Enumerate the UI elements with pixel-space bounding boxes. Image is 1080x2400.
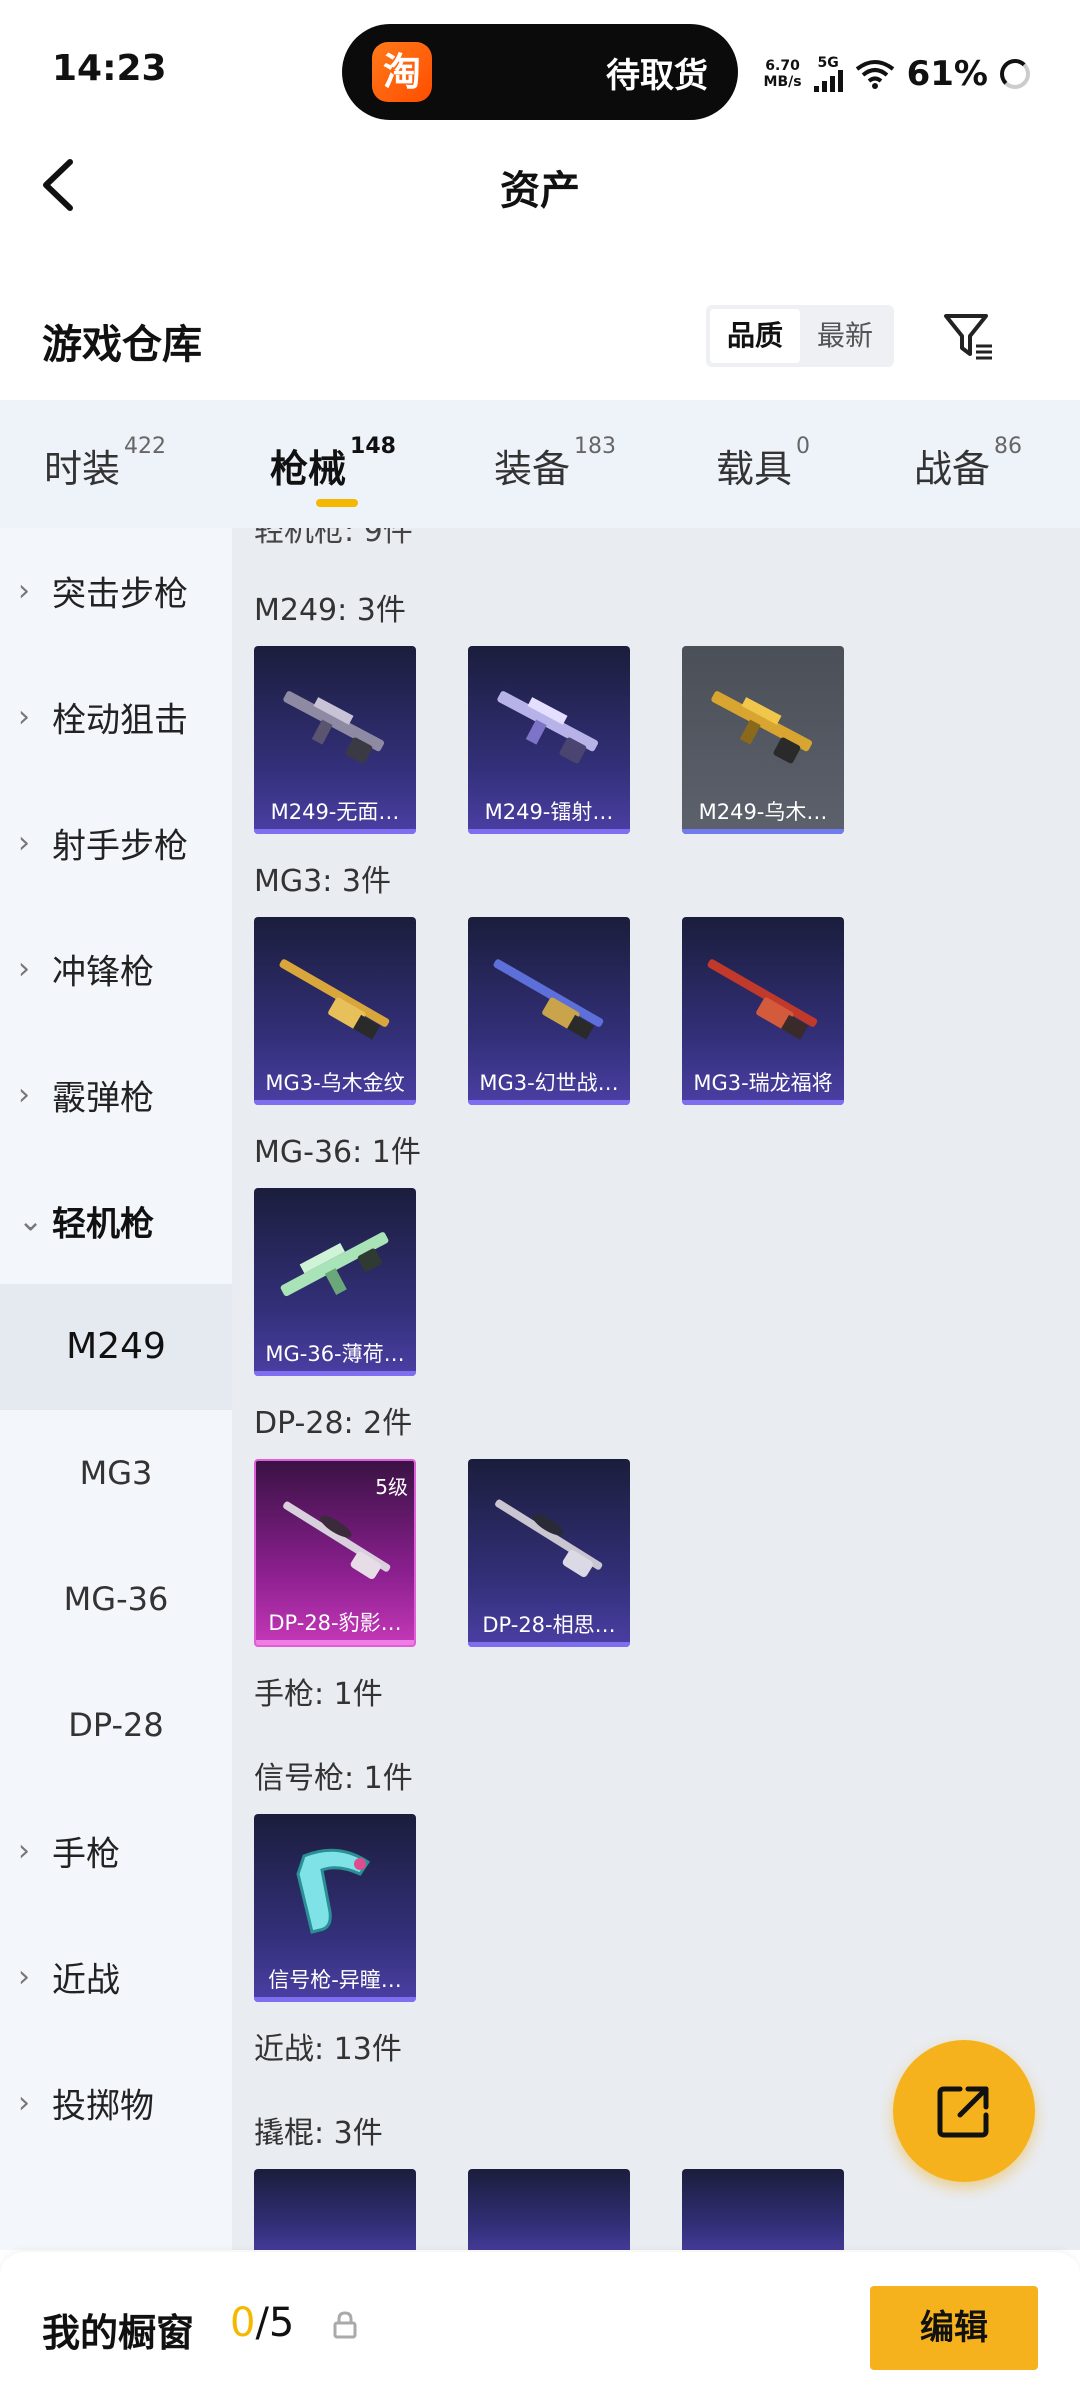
chevron-right-icon: › (18, 951, 30, 987)
filter-icon (944, 314, 992, 360)
lock-icon (333, 2311, 357, 2339)
island-status-text: 待取货 (606, 56, 708, 96)
category-sidebar: › 突击步枪 › 栓动狙击 › 射手步枪 › 冲锋枪 › 霰弹枪 ⌄ 轻机枪 M249 MG… (0, 528, 232, 2250)
group-label: 撬棍: 3件 (254, 2116, 383, 2151)
battery-icon (1000, 59, 1030, 89)
item-card[interactable] (682, 2169, 844, 2250)
group-label: M249: 3件 (254, 593, 406, 628)
sidebar-subitem-mg36[interactable]: MG-36 (0, 1536, 232, 1662)
sidebar-subitem-m249[interactable]: M249 (0, 1284, 232, 1410)
sidebar-item-shotgun[interactable]: › 霰弹枪 (0, 1032, 232, 1158)
sidebar-item-assault-rifle[interactable]: › 突击步枪 (0, 528, 232, 654)
chevron-right-icon: › (18, 1959, 30, 1995)
status-icons: 6.70 MB/s 5G 61% (764, 52, 1030, 96)
item-card[interactable]: 信号枪-异瞳… (254, 1814, 416, 2002)
taobao-app-icon: 淘 (372, 42, 432, 102)
sort-newest-button[interactable]: 最新 (800, 309, 890, 363)
tab-fashion[interactable]: 时装422 (44, 434, 166, 493)
sidebar-item-pistol[interactable]: › 手枪 (0, 1788, 232, 1914)
item-card[interactable]: DP-28-相思… (468, 1459, 630, 1647)
showcase-bar: 我的橱窗 0/5 编辑 (0, 2252, 1080, 2400)
group-label: 信号枪: 1件 (254, 1761, 413, 1796)
group-label-clipped: 轻机枪: 9件 (254, 528, 413, 549)
group-label: MG3: 3件 (254, 864, 391, 899)
filter-button[interactable] (940, 308, 996, 364)
sidebar-item-smg[interactable]: › 冲锋枪 (0, 906, 232, 1032)
item-card[interactable]: 5级 DP-28-豹影… (254, 1459, 416, 1647)
mg3-skin-image (279, 959, 390, 1040)
share-external-icon (937, 2086, 989, 2138)
chevron-right-icon: › (18, 573, 30, 609)
sidebar-item-melee[interactable]: › 近战 (0, 1914, 232, 2040)
dynamic-island[interactable]: 淘 待取货 (342, 24, 738, 120)
m249-skin-image (497, 691, 599, 764)
item-card[interactable] (254, 2169, 416, 2250)
sidebar-item-bolt-sniper[interactable]: › 栓动狙击 (0, 654, 232, 780)
m249-skin-image (711, 691, 813, 764)
m249-skin-image (283, 691, 385, 764)
sidebar-item-lmg[interactable]: ⌄ 轻机枪 (0, 1158, 232, 1284)
sidebar-subitem-mg3[interactable]: MG3 (0, 1410, 232, 1536)
dp28-skin-image (495, 1499, 603, 1577)
status-time: 14:23 (52, 48, 167, 89)
tab-supplies[interactable]: 战备86 (914, 434, 1022, 493)
item-card[interactable]: MG3-瑞龙福将 (682, 917, 844, 1105)
sidebar-subitem-dp28[interactable]: DP-28 (0, 1662, 232, 1788)
signal-icon: 5G (813, 56, 843, 92)
status-bar: 14:23 淘 待取货 6.70 MB/s 5G 61% (0, 0, 1080, 140)
active-tab-indicator (316, 499, 358, 507)
share-button[interactable] (893, 2040, 1035, 2182)
category-tabs: 时装422 枪械148 装备183 载具0 战备86 (0, 400, 1080, 528)
group-label: 近战: 13件 (254, 2032, 402, 2067)
chevron-right-icon: › (18, 1077, 30, 1113)
item-card[interactable]: MG3-幻世战… (468, 917, 630, 1105)
wifi-icon (855, 60, 894, 89)
mg36-skin-image (280, 1232, 389, 1297)
sidebar-item-marksman-rifle[interactable]: › 射手步枪 (0, 780, 232, 906)
item-card[interactable]: M249-乌木… (682, 646, 844, 834)
group-label: DP-28: 2件 (254, 1406, 413, 1441)
item-list[interactable]: 轻机枪: 9件 M249: 3件 M249-无面… M249-镭射… M249-… (232, 528, 1080, 2250)
chevron-right-icon: › (18, 699, 30, 735)
item-card[interactable]: M249-镭射… (468, 646, 630, 834)
chevron-down-icon: ⌄ (18, 1203, 44, 1239)
group-label: 手枪: 1件 (254, 1677, 383, 1712)
tab-firearms[interactable]: 枪械148 (270, 434, 396, 493)
sidebar-item-throwable[interactable]: › 投掷物 (0, 2040, 232, 2166)
tab-vehicles[interactable]: 载具0 (716, 434, 810, 493)
item-card[interactable]: MG3-乌木金纹 (254, 917, 416, 1105)
showcase-label: 我的橱窗 (42, 2311, 195, 2355)
edit-button[interactable]: 编辑 (870, 2286, 1038, 2370)
item-card[interactable] (468, 2169, 630, 2250)
group-label: MG-36: 1件 (254, 1135, 421, 1170)
dp28-skin-image (283, 1501, 391, 1579)
flare-gun-skin-image (296, 1848, 371, 1934)
tab-equipment[interactable]: 装备183 (494, 434, 616, 493)
mg3-skin-image (493, 959, 604, 1040)
item-card[interactable]: M249-无面… (254, 646, 416, 834)
showcase-count: 0/5 (230, 2300, 295, 2346)
sort-toggle: 品质 最新 (706, 305, 894, 367)
chevron-right-icon: › (18, 1833, 30, 1869)
chevron-right-icon: › (18, 825, 30, 861)
battery-percent: 61% (906, 54, 988, 94)
network-speed: 6.70 MB/s (763, 58, 802, 90)
chevron-right-icon: › (18, 2085, 30, 2121)
sort-quality-button[interactable]: 品质 (710, 309, 800, 363)
mg3-skin-image (707, 959, 818, 1040)
warehouse-title: 游戏仓库 (42, 322, 202, 368)
page-title: 资产 (500, 168, 580, 214)
item-card[interactable]: MG-36-薄荷… (254, 1188, 416, 1376)
